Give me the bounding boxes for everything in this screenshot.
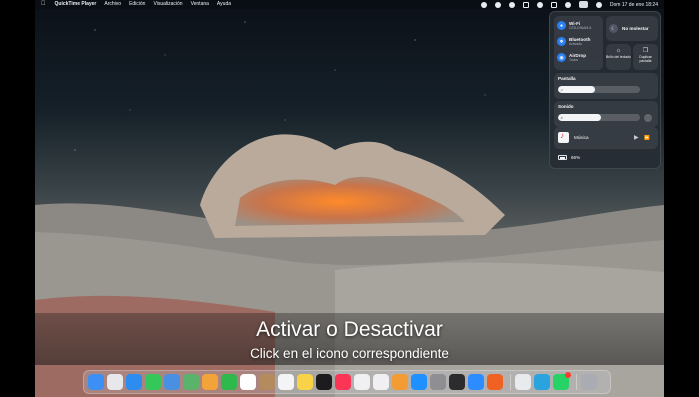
screen-mirroring-icon: ❐	[642, 48, 649, 54]
wifi-network-name: CED-DINAM-5	[569, 26, 592, 30]
status-area: Dom 17 de ene 18:24	[473, 1, 658, 8]
battery-percentage: 66%	[571, 155, 581, 160]
calendar-icon[interactable]	[240, 374, 256, 390]
airplay-audio-icon[interactable]	[644, 114, 652, 122]
launchpad-icon[interactable]	[107, 374, 123, 390]
wifi-toggle[interactable]: ● Wi-Fi CED-DINAM-5	[557, 21, 591, 30]
now-playing-tile[interactable]: Música ▶ ⏩	[554, 127, 658, 149]
network-tile: ● Wi-Fi CED-DINAM-5 ❖ Bluetooth Activado…	[554, 16, 603, 70]
menu-ventana[interactable]: Ventana	[191, 0, 209, 9]
bluetooth-status: Activado	[569, 42, 583, 46]
firefox-icon[interactable]	[487, 374, 503, 390]
pages-icon[interactable]	[392, 374, 408, 390]
airdrop-status: Todos	[569, 58, 579, 62]
display-tile: Pantalla ☼	[554, 73, 658, 99]
display-label: Pantalla	[558, 76, 576, 81]
do-not-disturb-tile[interactable]: ☾ No molestar	[606, 16, 658, 41]
bluetooth-icon: ❖	[557, 37, 566, 46]
menu-bar:  QuickTime Player Archivo Edición Visua…	[35, 0, 664, 9]
dock	[83, 370, 611, 394]
music-icon[interactable]	[335, 374, 351, 390]
keynote-icon[interactable]	[373, 374, 389, 390]
screen-mirroring-tile[interactable]: ❐ Duplicar pantalla	[633, 44, 658, 70]
menu-ayuda[interactable]: Ayuda	[217, 0, 231, 9]
menu-visualizacion[interactable]: Visualización	[153, 0, 182, 9]
airdrop-icon: ◉	[557, 53, 566, 62]
dock-separator	[510, 374, 511, 390]
caption-subtitle: Click en el icono correspondiente	[250, 346, 449, 361]
battery-status-icon[interactable]	[550, 1, 557, 8]
menu-clock[interactable]: Dom 17 de ene 18:24	[610, 2, 658, 8]
photos-icon[interactable]	[202, 374, 218, 390]
bluetooth-toggle[interactable]: ❖ Bluetooth Activado	[557, 37, 590, 46]
keyboard-brightness-icon: ☼	[615, 48, 622, 54]
dock-separator	[576, 374, 577, 390]
menu-archivo[interactable]: Archivo	[104, 0, 121, 9]
trash-icon[interactable]	[581, 374, 597, 390]
sun-icon: ☼	[560, 87, 564, 92]
search-icon[interactable]	[564, 1, 571, 8]
app-store-icon[interactable]	[411, 374, 427, 390]
sound-tile: Sonido ♬	[554, 101, 658, 127]
airdrop-toggle[interactable]: ◉ AirDrop Todos	[557, 53, 586, 62]
facetime-icon[interactable]	[221, 374, 237, 390]
menu-edicion[interactable]: Edición	[129, 0, 145, 9]
sound-slider[interactable]: ♬	[558, 114, 640, 121]
zoom-icon[interactable]	[468, 374, 484, 390]
desktop:  QuickTime Player Archivo Edición Visua…	[35, 0, 664, 397]
notification-badge	[565, 372, 571, 378]
control-center-icon[interactable]	[578, 1, 588, 8]
keyboard-brightness-label: Brillo del teclado	[606, 55, 631, 59]
tv-icon[interactable]	[316, 374, 332, 390]
time-machine-icon[interactable]	[508, 1, 515, 8]
siri-icon[interactable]	[595, 1, 602, 8]
chrome-icon[interactable]	[515, 374, 531, 390]
safari-icon[interactable]	[126, 374, 142, 390]
finder-icon[interactable]	[88, 374, 104, 390]
system-preferences-icon[interactable]	[430, 374, 446, 390]
wifi-status-icon[interactable]	[536, 1, 543, 8]
speaker-icon: ♬	[560, 115, 564, 120]
extension-icon[interactable]	[494, 1, 501, 8]
maps-icon[interactable]	[183, 374, 199, 390]
numbers-icon[interactable]	[354, 374, 370, 390]
keyboard-brightness-tile[interactable]: ☼ Brillo del teclado	[606, 44, 631, 70]
messages-icon[interactable]	[145, 374, 161, 390]
notes-icon[interactable]	[297, 374, 313, 390]
battery-row: 66%	[558, 155, 580, 160]
menu-app-name[interactable]: QuickTime Player	[55, 0, 97, 9]
fast-forward-icon[interactable]: ⏩	[644, 135, 650, 141]
record-icon[interactable]	[480, 1, 487, 8]
play-icon[interactable]: ▶	[634, 134, 639, 141]
display-slider[interactable]: ☼	[558, 86, 640, 93]
bluetooth-status-icon[interactable]	[522, 1, 529, 8]
moon-icon: ☾	[609, 24, 618, 33]
apple-icon[interactable]: 	[41, 0, 46, 9]
control-center-panel: ● Wi-Fi CED-DINAM-5 ❖ Bluetooth Activado…	[549, 11, 661, 169]
right-letterbox	[664, 0, 699, 397]
music-app-icon	[558, 131, 569, 143]
wifi-icon: ●	[557, 21, 566, 30]
do-not-disturb-label: No molestar	[622, 26, 649, 31]
telegram-icon[interactable]	[534, 374, 550, 390]
sound-slider-fill	[558, 114, 601, 121]
mail-icon[interactable]	[164, 374, 180, 390]
now-playing-label: Música	[574, 135, 589, 140]
whatsapp-icon[interactable]	[553, 372, 571, 390]
contacts-icon[interactable]	[259, 374, 275, 390]
left-letterbox	[0, 0, 35, 397]
quicktime-icon[interactable]	[449, 374, 465, 390]
screen-mirroring-label: Duplicar pantalla	[639, 55, 652, 63]
battery-icon	[558, 155, 567, 160]
sound-label: Sonido	[558, 104, 574, 109]
caption-title: Activar o Desactivar	[256, 318, 443, 341]
reminders-icon[interactable]	[278, 374, 294, 390]
